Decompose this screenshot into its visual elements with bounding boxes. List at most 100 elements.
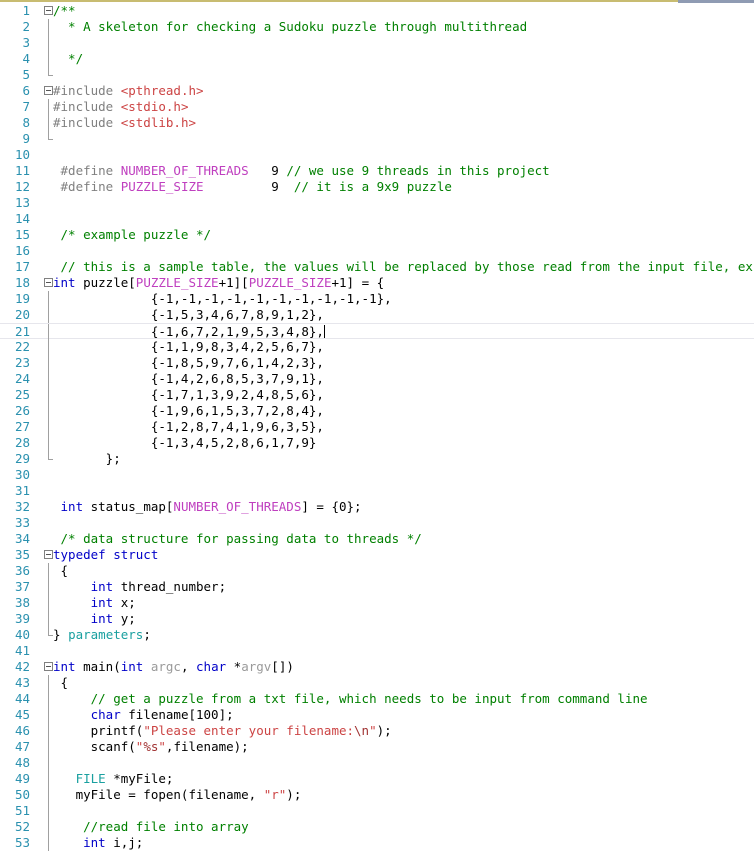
token-pun: []) — [271, 659, 294, 674]
token-kw: char — [196, 659, 227, 674]
code-line[interactable]: 20 {-1,5,3,4,6,7,8,9,1,2}, — [0, 307, 754, 323]
fold-guide-line — [48, 307, 49, 323]
code-line[interactable]: 9 — [0, 131, 754, 147]
code-line[interactable]: 22 {-1,1,9,8,3,4,2,5,6,7}, — [0, 339, 754, 355]
code-line-content: printf("Please enter your filename:\n"); — [53, 723, 392, 739]
text-cursor — [323, 325, 325, 338]
token-dim: argv — [241, 659, 272, 674]
code-line[interactable]: 53 int i,j; — [0, 835, 754, 851]
code-line[interactable]: 1 /** — [0, 3, 754, 19]
code-line[interactable]: 8 #include <stdlib.h> — [0, 115, 754, 131]
code-line-content: /* data structure for passing data to th… — [53, 531, 422, 547]
line-number: 32 — [14, 499, 30, 514]
fold-guide-line — [48, 803, 49, 819]
token-num: 9 — [248, 163, 287, 178]
code-line[interactable]: 17 // this is a sample table, the values… — [0, 259, 754, 275]
code-line-content: int i,j; — [53, 835, 143, 851]
fold-guide-line — [48, 739, 49, 755]
code-line[interactable]: 23 {-1,8,5,9,7,6,1,4,2,3}, — [0, 355, 754, 371]
code-line[interactable]: 7 #include <stdio.h> — [0, 99, 754, 115]
code-line[interactable]: 32 int status_map[NUMBER_OF_THREADS] = {… — [0, 499, 754, 515]
code-line[interactable]: 39 int y; — [0, 611, 754, 627]
code-line[interactable]: 3 — [0, 35, 754, 51]
token-pre: #include — [53, 83, 121, 98]
code-line[interactable]: 29 }; — [0, 451, 754, 467]
code-line-content: int y; — [53, 611, 136, 627]
code-line[interactable]: 34 /* data structure for passing data to… — [0, 531, 754, 547]
code-line[interactable]: 49 FILE *myFile; — [0, 771, 754, 787]
code-line[interactable]: 40} parameters; — [0, 627, 754, 643]
code-line[interactable]: 13 — [0, 195, 754, 211]
code-line[interactable]: 47 scanf("%s",filename); — [0, 739, 754, 755]
code-line[interactable]: 50 myFile = fopen(filename, "r"); — [0, 787, 754, 803]
token-pun: i,j; — [105, 835, 144, 850]
code-line[interactable]: 30 — [0, 467, 754, 483]
code-line-content: * A skeleton for checking a Sudoku puzzl… — [53, 19, 527, 35]
code-line[interactable]: 44 // get a puzzle from a txt file, whic… — [0, 691, 754, 707]
line-number: 2 — [22, 19, 30, 34]
line-number: 37 — [14, 579, 30, 594]
code-line[interactable]: 48 — [0, 755, 754, 771]
code-line[interactable]: 51 — [0, 803, 754, 819]
line-number: 24 — [14, 371, 30, 386]
code-line[interactable]: 33 — [0, 515, 754, 531]
code-line[interactable]: 18 int puzzle[PUZZLE_SIZE+1][PUZZLE_SIZE+… — [0, 275, 754, 291]
code-line[interactable]: 6 #include <pthread.h> — [0, 83, 754, 99]
code-line[interactable]: 28 {-1,3,4,5,2,8,6,1,7,9} — [0, 435, 754, 451]
code-line[interactable]: 5 — [0, 67, 754, 83]
fold-guide-line — [48, 755, 49, 771]
fold-collapse-icon[interactable] — [44, 278, 53, 287]
token-num: 9 — [203, 179, 294, 194]
code-line[interactable]: 21 {-1,6,7,2,1,9,5,3,4,8}, — [0, 323, 754, 340]
code-line[interactable]: 12 #define PUZZLE_SIZE 9 // it is a 9x9 … — [0, 179, 754, 195]
fold-collapse-icon[interactable] — [44, 550, 53, 559]
code-line[interactable]: 31 — [0, 483, 754, 499]
code-line[interactable]: 16 — [0, 243, 754, 259]
token-kw: int — [53, 659, 76, 674]
code-line[interactable]: 42 int main(int argc, char *argv[]) — [0, 659, 754, 675]
code-line[interactable]: 10 — [0, 147, 754, 163]
code-line[interactable]: 37 int thread_number; — [0, 579, 754, 595]
fold-collapse-icon[interactable] — [44, 6, 53, 15]
code-line[interactable]: 19 {-1,-1,-1,-1,-1,-1,-1,-1,-1,-1}, — [0, 291, 754, 307]
code-line[interactable]: 41 — [0, 643, 754, 659]
code-line[interactable]: 52 //read file into array — [0, 819, 754, 835]
code-line[interactable]: 45 char filename[100]; — [0, 707, 754, 723]
line-number: 8 — [22, 115, 30, 130]
line-number: 49 — [14, 771, 30, 786]
code-line[interactable]: 25 {-1,7,1,3,9,2,4,8,5,6}, — [0, 387, 754, 403]
code-line[interactable]: 26 {-1,9,6,1,5,3,7,2,8,4}, — [0, 403, 754, 419]
fold-guide-line — [48, 563, 49, 579]
line-number: 21 — [14, 324, 30, 339]
code-line[interactable]: 2 * A skeleton for checking a Sudoku puz… — [0, 19, 754, 35]
token-pun: x; — [113, 595, 136, 610]
token-pun: main( — [75, 659, 121, 674]
code-line[interactable]: 24 {-1,4,2,6,8,5,3,7,9,1}, — [0, 371, 754, 387]
code-line[interactable]: 4 */ — [0, 51, 754, 67]
code-line-content: {-1,2,8,7,4,1,9,6,3,5}, — [53, 419, 324, 435]
line-number: 46 — [14, 723, 30, 738]
fold-region-end — [48, 627, 53, 636]
code-line[interactable]: 35 typedef struct — [0, 547, 754, 563]
code-line-content: int x; — [53, 595, 136, 611]
token-kw: int — [53, 835, 106, 850]
fold-gutter-cell — [44, 755, 56, 771]
token-mac: PUZZLE_SIZE — [248, 275, 332, 290]
token-pun: y; — [113, 611, 136, 626]
code-line[interactable]: 46 printf("Please enter your filename:\n… — [0, 723, 754, 739]
code-line[interactable]: 38 int x; — [0, 595, 754, 611]
line-number: 27 — [14, 419, 30, 434]
code-line-content: /** — [53, 3, 76, 19]
code-line[interactable]: 36 { — [0, 563, 754, 579]
code-line[interactable]: 15 /* example puzzle */ — [0, 227, 754, 243]
code-line[interactable]: 43 { — [0, 675, 754, 691]
code-line[interactable]: 11 #define NUMBER_OF_THREADS 9 // we use… — [0, 163, 754, 179]
code-line[interactable]: 14 — [0, 211, 754, 227]
code-line-content: #define PUZZLE_SIZE 9 // it is a 9x9 puz… — [53, 179, 452, 195]
fold-collapse-icon[interactable] — [44, 86, 53, 95]
fold-collapse-icon[interactable] — [44, 662, 53, 671]
code-line-content: FILE *myFile; — [53, 771, 174, 787]
code-line[interactable]: 27 {-1,2,8,7,4,1,9,6,3,5}, — [0, 419, 754, 435]
token-pun: ] = {0}; — [301, 499, 362, 514]
code-text-area[interactable]: 1/** 2 * A skeleton for checking a Sudoku… — [0, 3, 754, 852]
